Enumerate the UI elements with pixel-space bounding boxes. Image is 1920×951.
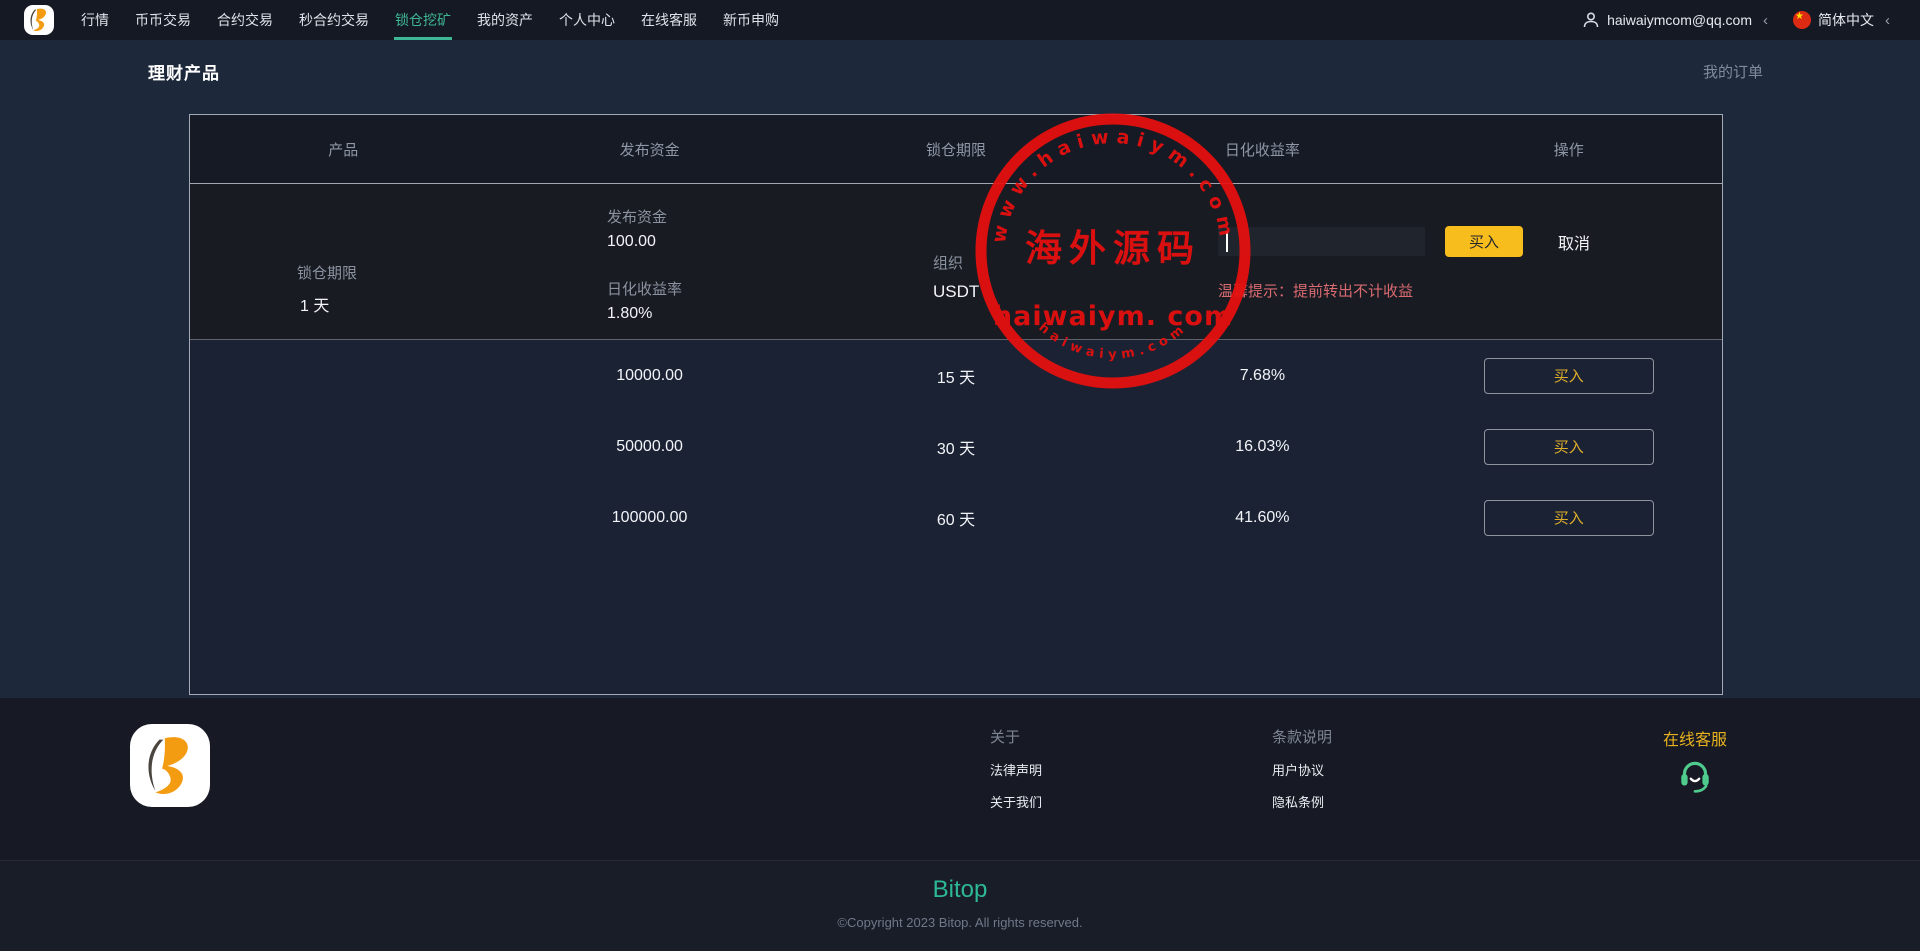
daily-rate-value: 1.80% <box>607 305 653 322</box>
headset-icon[interactable] <box>1676 756 1714 794</box>
footer-link-about-us[interactable]: 关于我们 <box>990 792 1042 811</box>
copyright-text: ©Copyright 2023 Bitop. All rights reserv… <box>837 915 1083 930</box>
page-title: 理财产品 <box>148 64 220 83</box>
buy-button[interactable]: 买入 <box>1483 428 1654 465</box>
col-header-action: 操作 <box>1553 141 1584 159</box>
footer-terms-title: 条款说明 <box>1272 729 1333 746</box>
table-row: 10000.00 15 天 7.68% 买入 <box>190 340 1722 411</box>
rate-cell: 7.68% <box>1239 366 1286 384</box>
bitop-logo-icon[interactable] <box>24 5 54 35</box>
buy-button[interactable]: 买入 <box>1483 357 1654 394</box>
fund-cell: 10000.00 <box>616 366 683 384</box>
nav-item-markets[interactable]: 行情 <box>68 0 122 40</box>
chevron-icon: ‹ <box>1885 11 1890 29</box>
nav-item-contract-trade[interactable]: 合约交易 <box>204 0 286 40</box>
buy-button[interactable]: 买入 <box>1483 499 1654 536</box>
nav-item-new-coin[interactable]: 新币申购 <box>710 0 792 40</box>
lock-period-label: 锁仓期限 <box>297 265 358 282</box>
china-flag-icon: ★ <box>1793 11 1811 29</box>
table-row: 50000.00 30 天 16.03% 买入 <box>190 411 1722 482</box>
products-table: 产品 发布资金 锁仓期限 日化收益率 操作 锁仓期限 1 天 发布资金 100.… <box>189 114 1723 695</box>
daily-rate-label: 日化收益率 <box>607 281 683 298</box>
rate-cell: 41.60% <box>1235 508 1290 526</box>
lock-period-value: 1 天 <box>300 298 330 315</box>
col-header-product: 产品 <box>328 141 359 159</box>
bottom-bar: Bitop ©Copyright 2023 Bitop. All rights … <box>0 860 1920 951</box>
cancel-button[interactable]: 取消 <box>1558 230 1590 254</box>
fund-cell: 50000.00 <box>616 437 683 455</box>
nav-item-my-assets[interactable]: 我的资产 <box>464 0 546 40</box>
fund-cell: 100000.00 <box>611 508 688 526</box>
col-header-daily-rate: 日化收益率 <box>1224 141 1300 159</box>
table-header-row: 产品 发布资金 锁仓期限 日化收益率 操作 <box>190 115 1722 184</box>
col-header-fund: 发布资金 <box>619 141 680 159</box>
footer-link-user-agreement[interactable]: 用户协议 <box>1272 760 1324 779</box>
footer-terms-column: 条款说明 用户协议 隐私条例 <box>1272 726 1332 811</box>
org-label: 组织 <box>933 255 964 272</box>
nav-item-online-service[interactable]: 在线客服 <box>628 0 710 40</box>
bitop-footer-logo <box>130 724 210 807</box>
org-value: USDT <box>933 282 980 301</box>
nav-item-spot-trade[interactable]: 币币交易 <box>122 0 204 40</box>
main-content: 理财产品 我的订单 产品 发布资金 锁仓期限 日化收益率 操作 锁仓期限 1 天… <box>0 40 1920 698</box>
footer: 关于 法律声明 关于我们 条款说明 用户协议 隐私条例 在线客服 <box>0 698 1920 860</box>
nav-user-area: haiwaiymcom@qq.com ‹ ★ 简体中文 ‹ <box>1582 10 1920 30</box>
nav-item-personal-center[interactable]: 个人中心 <box>546 0 628 40</box>
top-nav: 行情 币币交易 合约交易 秒合约交易 锁仓挖矿 我的资产 个人中心 在线客服 新… <box>0 0 1920 40</box>
text-cursor <box>1226 231 1228 252</box>
period-cell: 60 天 <box>936 511 976 529</box>
chevron-icon: ‹ <box>1763 11 1768 29</box>
warning-text: 温馨提示：提前转出不计收益 <box>1218 283 1414 300</box>
period-cell: 15 天 <box>936 369 976 387</box>
period-cell: 30 天 <box>936 440 976 458</box>
page-header: 理财产品 我的订单 <box>148 59 1763 84</box>
col-header-lock-period: 锁仓期限 <box>925 141 986 159</box>
table-row: 100000.00 60 天 41.60% 买入 <box>190 482 1722 553</box>
rate-cell: 16.03% <box>1235 437 1290 455</box>
my-orders-link[interactable]: 我的订单 <box>1703 61 1763 82</box>
footer-about-title: 关于 <box>990 729 1021 746</box>
footer-link-privacy[interactable]: 隐私条例 <box>1272 792 1324 811</box>
footer-online-service-link[interactable]: 在线客服 <box>1663 726 1727 750</box>
nav-item-second-contract[interactable]: 秒合约交易 <box>286 0 382 40</box>
expanded-product-row: 锁仓期限 1 天 发布资金 100.00 日化收益率 1.80% 组织 USDT… <box>190 184 1722 340</box>
language-selector[interactable]: 简体中文 <box>1818 10 1874 30</box>
fund-label: 发布资金 <box>607 209 668 226</box>
person-icon <box>1583 12 1599 28</box>
main-menu: 行情 币币交易 合约交易 秒合约交易 锁仓挖矿 我的资产 个人中心 在线客服 新… <box>68 0 792 40</box>
fund-value: 100.00 <box>607 233 656 250</box>
user-email[interactable]: haiwaiymcom@qq.com <box>1607 12 1752 28</box>
footer-about-column: 关于 法律声明 关于我们 <box>990 726 1042 811</box>
footer-link-legal[interactable]: 法律声明 <box>990 760 1042 779</box>
amount-input[interactable] <box>1218 227 1425 256</box>
buy-button[interactable]: 买入 <box>1445 226 1523 257</box>
nav-item-lock-mining[interactable]: 锁仓挖矿 <box>382 0 464 40</box>
brand-name: Bitop <box>932 876 988 903</box>
